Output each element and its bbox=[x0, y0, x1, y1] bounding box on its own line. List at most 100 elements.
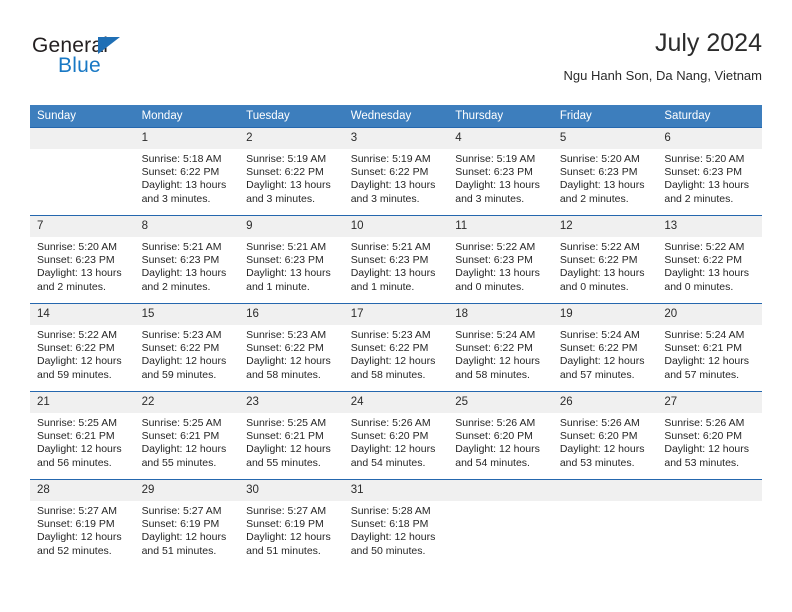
calendar-day-cell[interactable]: 5 Sunrise: 5:20 AM Sunset: 6:23 PM Daylight… bbox=[552, 127, 658, 215]
daylight-text-line2: and 3 minutes. bbox=[141, 192, 211, 205]
calendar-day-cell[interactable]: 6 Sunrise: 5:20 AM Sunset: 6:23 PM Daylight… bbox=[657, 127, 762, 215]
calendar-day-cell[interactable]: 20 Sunrise: 5:24 AM Sunset: 6:21 PM Dayligh… bbox=[657, 303, 762, 391]
calendar-day-cell[interactable]: 17 Sunrise: 5:23 AM Sunset: 6:22 PM Dayligh… bbox=[343, 303, 449, 391]
general-blue-logo[interactable]: General Blue bbox=[30, 34, 250, 90]
day-details: Sunrise: 5:26 AM Sunset: 6:20 PM Daylight:… bbox=[448, 413, 553, 470]
sunset-text: Sunset: 6:22 PM bbox=[37, 342, 115, 355]
daylight-text-line1: Daylight: 13 hours bbox=[37, 267, 122, 280]
sunrise-text: Sunrise: 5:22 AM bbox=[455, 241, 536, 253]
sunset-text: Sunset: 6:23 PM bbox=[350, 254, 429, 267]
sunrise-text: Sunrise: 5:22 AM bbox=[664, 241, 745, 253]
weekday-header-thursday: Thursday bbox=[448, 105, 553, 127]
day-details: Sunrise: 5:21 AM Sunset: 6:23 PM Daylight:… bbox=[135, 237, 240, 294]
calendar-day-cell[interactable]: 24 Sunrise: 5:26 AM Sunset: 6:20 PM Dayligh… bbox=[343, 391, 449, 479]
day-cell-inner: 29 Sunrise: 5:27 AM Sunset: 6:19 PM Dayligh… bbox=[134, 479, 240, 567]
calendar-day-cell[interactable]: 22 Sunrise: 5:25 AM Sunset: 6:21 PM Dayligh… bbox=[134, 391, 240, 479]
calendar-body: 1 Sunrise: 5:18 AM Sunset: 6:22 PM Daylight… bbox=[30, 127, 762, 567]
day-cell-inner: 8 Sunrise: 5:21 AM Sunset: 6:23 PM Daylight… bbox=[134, 215, 240, 303]
day-cell-inner: 22 Sunrise: 5:25 AM Sunset: 6:21 PM Dayligh… bbox=[134, 391, 240, 479]
calendar-day-cell[interactable]: 12 Sunrise: 5:22 AM Sunset: 6:22 PM Dayligh… bbox=[552, 215, 658, 303]
calendar-day-cell[interactable]: 14 Sunrise: 5:22 AM Sunset: 6:22 PM Dayligh… bbox=[30, 303, 135, 391]
calendar-day-cell[interactable]: 2 Sunrise: 5:19 AM Sunset: 6:22 PM Daylight… bbox=[239, 127, 344, 215]
daylight-text-line1: Daylight: 12 hours bbox=[37, 531, 122, 544]
sunset-text: Sunset: 6:22 PM bbox=[559, 254, 638, 267]
calendar-day-cell[interactable]: 28 Sunrise: 5:27 AM Sunset: 6:19 PM Dayligh… bbox=[30, 479, 135, 567]
sunset-text: Sunset: 6:22 PM bbox=[559, 342, 638, 355]
daylight-text-line1: Daylight: 12 hours bbox=[664, 443, 750, 456]
calendar-day-cell[interactable]: 3 Sunrise: 5:19 AM Sunset: 6:22 PM Daylight… bbox=[343, 127, 449, 215]
daylight-text-line2: and 0 minutes. bbox=[664, 280, 734, 293]
sunrise-text: Sunrise: 5:24 AM bbox=[664, 329, 745, 341]
weekday-header-sunday: Sunday bbox=[30, 105, 135, 127]
calendar-day-cell bbox=[30, 127, 135, 215]
sunrise-text: Sunrise: 5:24 AM bbox=[455, 329, 536, 341]
day-details: Sunrise: 5:27 AM Sunset: 6:19 PM Daylight:… bbox=[30, 501, 135, 558]
calendar-day-cell[interactable]: 30 Sunrise: 5:27 AM Sunset: 6:19 PM Dayligh… bbox=[239, 479, 344, 567]
calendar-day-cell[interactable]: 29 Sunrise: 5:27 AM Sunset: 6:19 PM Dayligh… bbox=[134, 479, 240, 567]
day-number: 13 bbox=[657, 216, 762, 237]
daylight-text-line1: Daylight: 13 hours bbox=[246, 267, 331, 280]
daylight-text-line2: and 54 minutes. bbox=[455, 456, 530, 469]
day-cell-inner: 6 Sunrise: 5:20 AM Sunset: 6:23 PM Daylight… bbox=[657, 127, 762, 215]
calendar-day-cell[interactable]: 25 Sunrise: 5:26 AM Sunset: 6:20 PM Dayligh… bbox=[448, 391, 553, 479]
day-number: 5 bbox=[552, 128, 658, 149]
calendar-day-cell[interactable]: 13 Sunrise: 5:22 AM Sunset: 6:22 PM Dayligh… bbox=[657, 215, 762, 303]
sunrise-text: Sunrise: 5:19 AM bbox=[246, 153, 327, 165]
day-details: Sunrise: 5:20 AM Sunset: 6:23 PM Daylight:… bbox=[30, 237, 135, 294]
daylight-text-line2: and 3 minutes. bbox=[455, 192, 525, 205]
day-cell-inner: 11 Sunrise: 5:22 AM Sunset: 6:23 PM Dayligh… bbox=[448, 215, 553, 303]
calendar-day-cell[interactable]: 18 Sunrise: 5:24 AM Sunset: 6:22 PM Dayligh… bbox=[448, 303, 553, 391]
calendar-day-cell[interactable]: 21 Sunrise: 5:25 AM Sunset: 6:21 PM Dayligh… bbox=[30, 391, 135, 479]
calendar-day-cell[interactable]: 27 Sunrise: 5:26 AM Sunset: 6:20 PM Dayligh… bbox=[657, 391, 762, 479]
day-details: Sunrise: 5:23 AM Sunset: 6:22 PM Daylight:… bbox=[135, 325, 240, 382]
daylight-text-line1: Daylight: 13 hours bbox=[141, 179, 227, 192]
daylight-text-line1: Daylight: 12 hours bbox=[246, 531, 331, 544]
day-details: Sunrise: 5:25 AM Sunset: 6:21 PM Daylight:… bbox=[135, 413, 240, 470]
sunrise-text: Sunrise: 5:22 AM bbox=[37, 329, 117, 341]
daylight-text-line1: Daylight: 13 hours bbox=[350, 179, 436, 192]
sunset-text: Sunset: 6:23 PM bbox=[664, 166, 743, 179]
day-number: 28 bbox=[30, 480, 135, 501]
sunset-text: Sunset: 6:19 PM bbox=[141, 518, 220, 531]
calendar-day-cell[interactable]: 31 Sunrise: 5:28 AM Sunset: 6:18 PM Dayligh… bbox=[343, 479, 449, 567]
day-cell-inner: 2 Sunrise: 5:19 AM Sunset: 6:22 PM Daylight… bbox=[239, 127, 344, 215]
calendar-day-cell[interactable]: 15 Sunrise: 5:23 AM Sunset: 6:22 PM Dayligh… bbox=[134, 303, 240, 391]
calendar-day-cell[interactable]: 19 Sunrise: 5:24 AM Sunset: 6:22 PM Dayligh… bbox=[552, 303, 658, 391]
calendar-day-cell[interactable]: 8 Sunrise: 5:21 AM Sunset: 6:23 PM Daylight… bbox=[134, 215, 240, 303]
sunset-text: Sunset: 6:23 PM bbox=[455, 254, 533, 267]
calendar-day-cell[interactable]: 11 Sunrise: 5:22 AM Sunset: 6:23 PM Dayligh… bbox=[448, 215, 553, 303]
calendar-day-cell[interactable]: 26 Sunrise: 5:26 AM Sunset: 6:20 PM Dayligh… bbox=[552, 391, 658, 479]
day-cell-inner bbox=[30, 127, 135, 215]
calendar-day-cell[interactable]: 4 Sunrise: 5:19 AM Sunset: 6:23 PM Daylight… bbox=[448, 127, 553, 215]
day-cell-inner: 10 Sunrise: 5:21 AM Sunset: 6:23 PM Dayligh… bbox=[343, 215, 449, 303]
sunrise-text: Sunrise: 5:28 AM bbox=[350, 505, 431, 517]
day-number: 22 bbox=[134, 392, 240, 413]
day-cell-inner: 12 Sunrise: 5:22 AM Sunset: 6:22 PM Dayligh… bbox=[552, 215, 658, 303]
day-cell-inner bbox=[552, 479, 658, 567]
daylight-text-line2: and 2 minutes. bbox=[37, 280, 106, 293]
sunset-text: Sunset: 6:20 PM bbox=[664, 430, 743, 443]
day-details: Sunrise: 5:19 AM Sunset: 6:22 PM Daylight:… bbox=[239, 149, 344, 206]
day-cell-inner: 20 Sunrise: 5:24 AM Sunset: 6:21 PM Dayligh… bbox=[657, 303, 762, 391]
sunrise-text: Sunrise: 5:22 AM bbox=[559, 241, 640, 253]
sunset-text: Sunset: 6:20 PM bbox=[559, 430, 638, 443]
day-cell-inner: 27 Sunrise: 5:26 AM Sunset: 6:20 PM Dayligh… bbox=[657, 391, 762, 479]
calendar-day-cell[interactable]: 9 Sunrise: 5:21 AM Sunset: 6:23 PM Daylight… bbox=[239, 215, 344, 303]
calendar-day-cell[interactable]: 10 Sunrise: 5:21 AM Sunset: 6:23 PM Dayligh… bbox=[343, 215, 449, 303]
day-number: 18 bbox=[448, 304, 553, 325]
calendar-day-cell[interactable]: 16 Sunrise: 5:23 AM Sunset: 6:22 PM Dayligh… bbox=[239, 303, 344, 391]
day-number: 21 bbox=[30, 392, 135, 413]
sunset-text: Sunset: 6:18 PM bbox=[350, 518, 429, 531]
sunrise-text: Sunrise: 5:23 AM bbox=[141, 329, 222, 341]
sunrise-text: Sunrise: 5:19 AM bbox=[455, 153, 536, 165]
day-cell-inner: 31 Sunrise: 5:28 AM Sunset: 6:18 PM Dayligh… bbox=[343, 479, 449, 567]
day-details: Sunrise: 5:21 AM Sunset: 6:23 PM Daylight:… bbox=[344, 237, 449, 294]
daylight-text-line1: Daylight: 12 hours bbox=[559, 443, 645, 456]
calendar-day-cell[interactable]: 23 Sunrise: 5:25 AM Sunset: 6:21 PM Dayligh… bbox=[239, 391, 344, 479]
daylight-text-line1: Daylight: 12 hours bbox=[350, 355, 436, 368]
calendar-day-cell[interactable]: 1 Sunrise: 5:18 AM Sunset: 6:22 PM Daylight… bbox=[134, 127, 240, 215]
daylight-text-line1: Daylight: 13 hours bbox=[350, 267, 436, 280]
daylight-text-line2: and 58 minutes. bbox=[455, 368, 530, 381]
calendar-day-cell[interactable]: 7 Sunrise: 5:20 AM Sunset: 6:23 PM Daylight… bbox=[30, 215, 135, 303]
day-number: 31 bbox=[343, 480, 449, 501]
